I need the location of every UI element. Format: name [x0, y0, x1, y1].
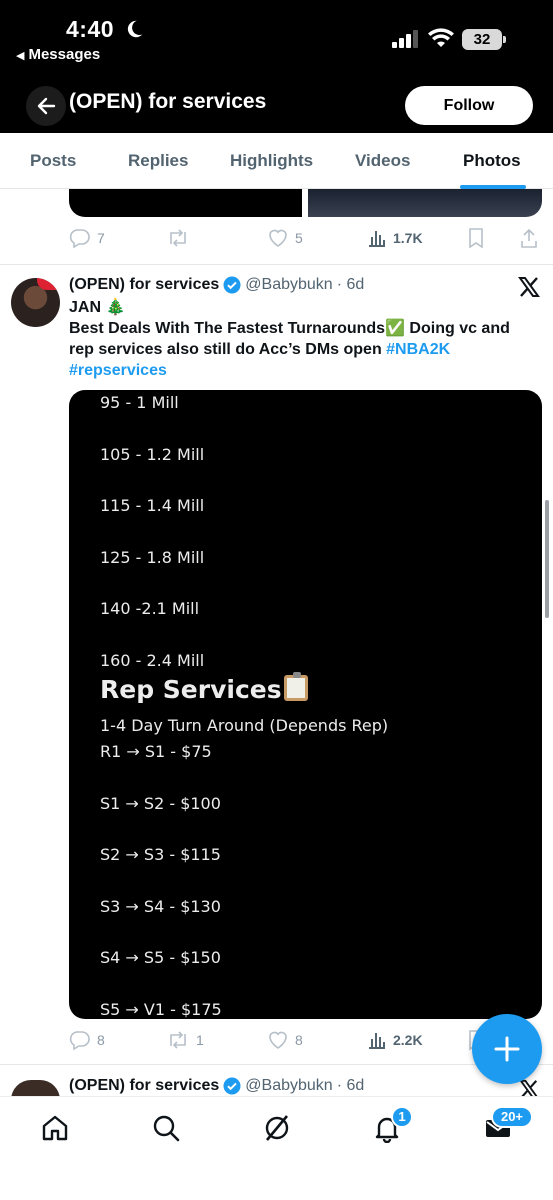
clipboard-icon: [283, 672, 308, 701]
bottom-navigation: 1 20+: [0, 1096, 553, 1200]
like-action[interactable]: 8: [267, 1028, 303, 1052]
vc-price-line: 105 - 1.2 Mill: [100, 445, 205, 464]
vc-price-line: 160 - 2.4 Mill: [100, 651, 205, 670]
rep-price-line: S3 → S4 - $130: [100, 897, 221, 916]
rep-services-heading: Rep Services: [100, 672, 308, 704]
prev-like-count: 5: [295, 230, 303, 246]
santa-hat-decoration: [37, 278, 59, 290]
profile-title: (OPEN) for services: [69, 90, 267, 113]
search-icon[interactable]: [151, 1113, 181, 1143]
verified-badge-icon: [223, 1077, 241, 1095]
status-time: 4:40: [66, 16, 115, 42]
tab-posts[interactable]: Posts: [30, 151, 76, 171]
prev-like-action[interactable]: 5: [267, 226, 303, 250]
tab-videos[interactable]: Videos: [355, 151, 410, 171]
rep-subtitle: 1-4 Day Turn Around (Depends Rep): [100, 716, 389, 735]
tweet-author-name[interactable]: (OPEN) for services: [69, 276, 219, 294]
cellular-signal-icon: [392, 30, 418, 48]
back-triangle-icon: ◀: [16, 50, 25, 62]
views-count: 2.2K: [393, 1032, 423, 1048]
prev-repost-action[interactable]: [166, 226, 196, 250]
hashtag-nba2k[interactable]: #NBA2K: [386, 341, 450, 358]
next-tweet-timestamp[interactable]: · 6d: [337, 1077, 365, 1095]
hashtag-repservices[interactable]: #repservices: [69, 362, 167, 379]
back-to-app-link[interactable]: ◀ Messages: [16, 46, 100, 63]
bookmark-icon: [469, 228, 483, 249]
rep-price-line: S4 → S5 - $150: [100, 948, 221, 967]
rep-price-line: S5 → V1 - $175: [100, 1000, 222, 1019]
rep-services-heading-text: Rep Services: [100, 675, 282, 704]
tweet-text-main: Best Deals With The Fastest Turnarounds✅…: [69, 318, 539, 360]
reply-action[interactable]: 8: [69, 1028, 105, 1052]
repost-action[interactable]: 1: [166, 1028, 204, 1052]
heart-icon: [269, 1031, 287, 1049]
verified-badge-icon: [223, 276, 241, 294]
next-tweet-author-name[interactable]: (OPEN) for services: [69, 1077, 219, 1095]
prev-media-image-right[interactable]: [308, 189, 542, 217]
tweet-timestamp[interactable]: · 6d: [337, 276, 365, 294]
battery-nub: [503, 36, 506, 43]
profile-tabs: Posts Replies Highlights Videos Photos: [0, 133, 553, 189]
views-action[interactable]: 2.2K: [367, 1028, 423, 1052]
x-logo-icon[interactable]: [518, 276, 540, 298]
rep-price-line: S1 → S2 - $100: [100, 794, 221, 813]
back-button[interactable]: [26, 86, 66, 126]
tab-replies[interactable]: Replies: [128, 151, 188, 171]
wifi-icon: [428, 28, 454, 47]
repost-icon: [170, 229, 186, 247]
next-tweet-header: (OPEN) for services @Babybukn · 6d: [69, 1077, 364, 1095]
tweet-divider: [0, 264, 553, 265]
views-bar-chart-icon: [369, 231, 385, 247]
repost-count: 1: [196, 1032, 204, 1048]
tweet-text-line1: JAN 🎄: [69, 299, 126, 316]
vc-price-line: 140 -2.1 Mill: [100, 599, 200, 618]
repost-icon: [170, 1031, 186, 1049]
next-tweet-author-handle[interactable]: @Babybukn: [245, 1077, 332, 1095]
messages-badge: 20+: [491, 1106, 533, 1128]
prev-tweet-actions: 7 5 1.7K: [69, 226, 549, 250]
follow-button[interactable]: Follow: [405, 86, 533, 125]
do-not-disturb-moon-icon: [127, 20, 143, 38]
rep-price-line: R1 → S1 - $75: [100, 742, 212, 761]
prev-bookmark-action[interactable]: [466, 226, 492, 250]
share-icon: [521, 228, 537, 248]
plus-icon: [494, 1036, 520, 1062]
tweet-text: JAN 🎄 Best Deals With The Fastest Turnar…: [69, 297, 539, 381]
prev-reply-count: 7: [97, 230, 105, 246]
prev-media-image-left[interactable]: [69, 189, 302, 217]
compose-post-button[interactable]: [472, 1014, 542, 1084]
avatar[interactable]: [11, 278, 60, 327]
prev-reply-action[interactable]: 7: [69, 226, 105, 250]
tweet-author-handle[interactable]: @Babybukn: [245, 276, 332, 294]
like-count: 8: [295, 1032, 303, 1048]
prev-share-action[interactable]: [519, 226, 545, 250]
arrow-left-icon: [37, 97, 56, 115]
vc-price-line: 95 - 1 Mill: [100, 393, 179, 412]
vc-price-line: 115 - 1.4 Mill: [100, 496, 205, 515]
prev-views-count: 1.7K: [393, 230, 423, 246]
tweet-media-image[interactable]: 95 - 1 Mill 105 - 1.2 Mill 115 - 1.4 Mil…: [69, 390, 542, 1019]
top-bar: 4:40 ◀ Messages 32 (OPEN) for services Fo…: [0, 0, 553, 133]
notifications-badge: 1: [391, 1106, 413, 1128]
reply-count: 8: [97, 1032, 105, 1048]
views-bar-chart-icon: [369, 1033, 385, 1049]
home-icon[interactable]: [40, 1113, 70, 1143]
tab-highlights[interactable]: Highlights: [230, 151, 313, 171]
reply-icon: [69, 1031, 90, 1051]
tweet-divider: [0, 1064, 553, 1065]
rep-price-line: S2 → S3 - $115: [100, 845, 221, 864]
vc-price-line: 125 - 1.8 Mill: [100, 548, 205, 567]
tab-photos[interactable]: Photos: [463, 151, 521, 171]
tweet-header: (OPEN) for services @Babybukn · 6d: [69, 276, 364, 294]
grok-icon[interactable]: [262, 1113, 292, 1143]
reply-icon: [69, 229, 90, 249]
prev-views-action[interactable]: 1.7K: [367, 226, 423, 250]
back-app-label: Messages: [28, 46, 101, 63]
scrollbar-thumb[interactable]: [545, 500, 549, 618]
battery-indicator: 32: [462, 29, 502, 50]
heart-icon: [269, 229, 287, 247]
